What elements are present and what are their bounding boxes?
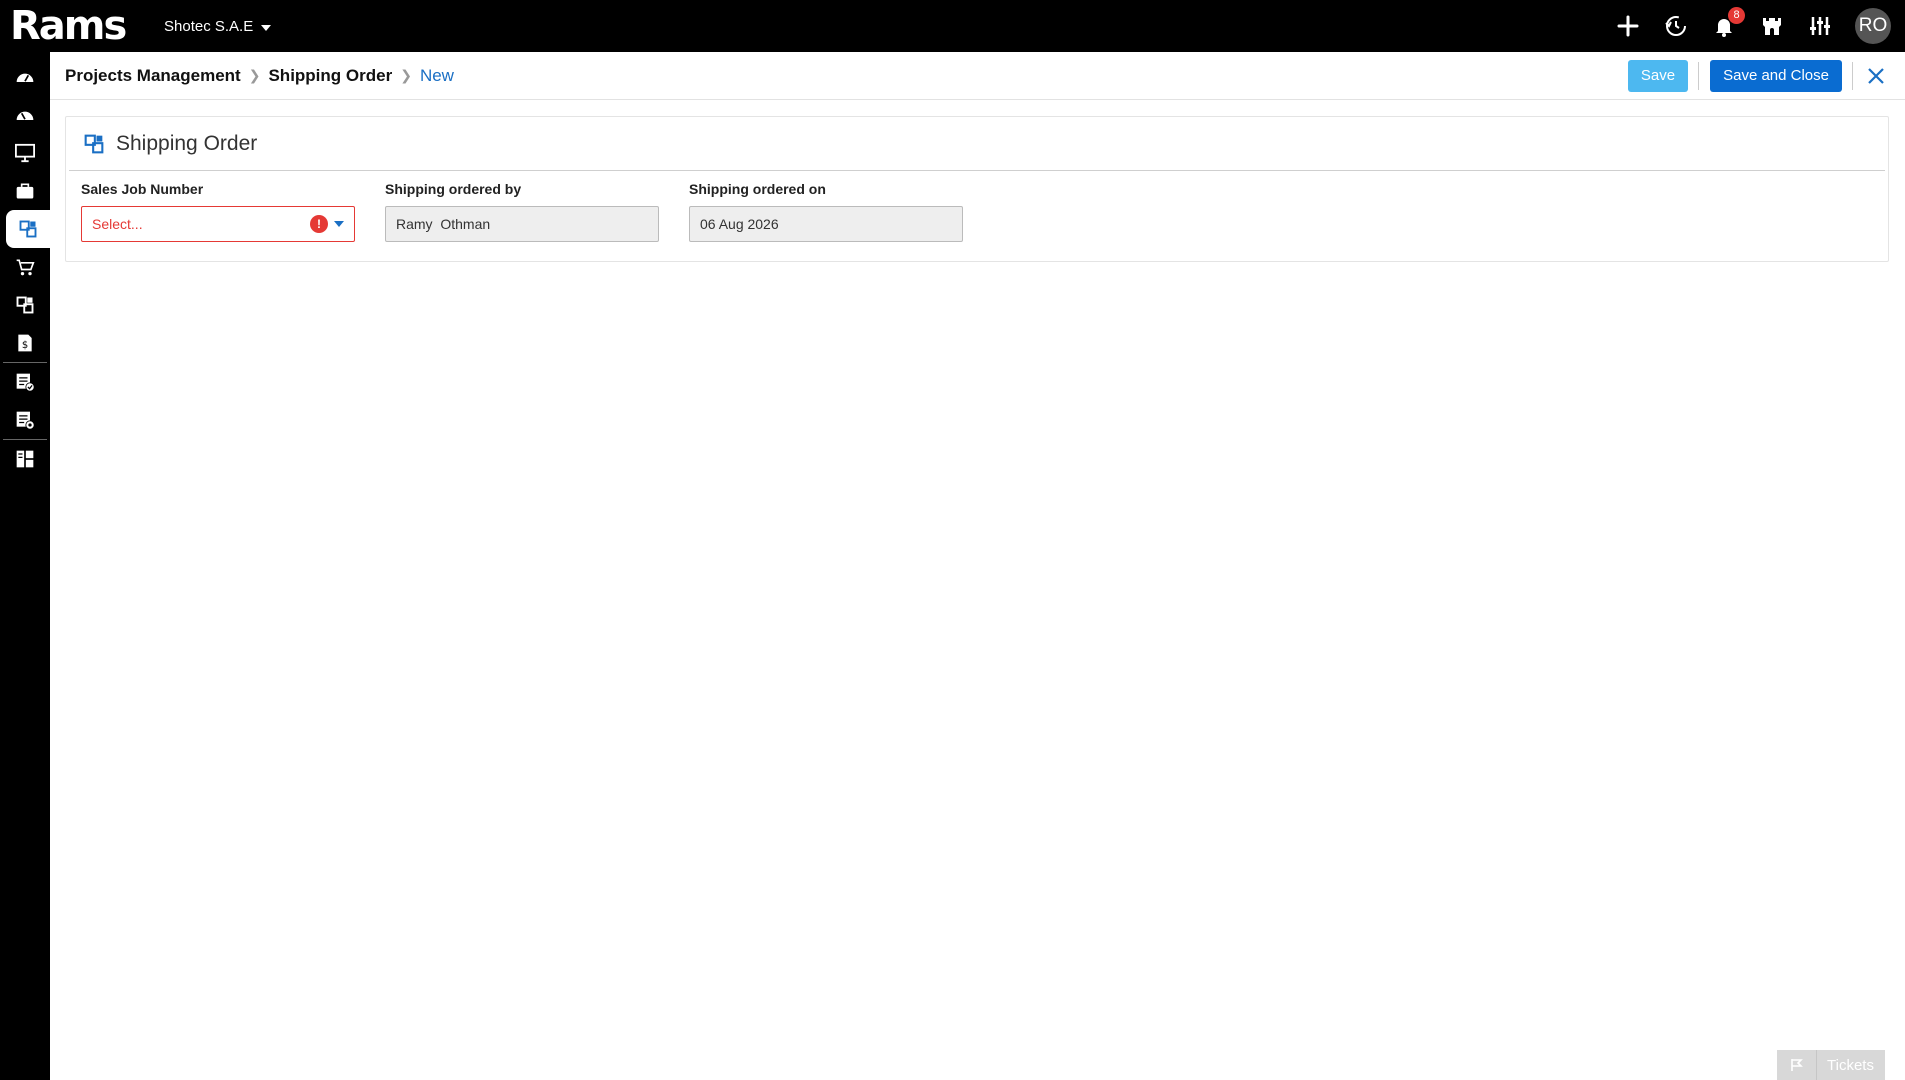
sidebar-item-cart[interactable] bbox=[0, 248, 50, 286]
shipping-ordered-by-label: Shipping ordered by bbox=[385, 181, 522, 197]
sidebar-item-report-settings[interactable] bbox=[0, 401, 50, 439]
shipping-ordered-on-label: Shipping ordered on bbox=[689, 181, 826, 197]
sidebar-item-dashboard-alt[interactable] bbox=[0, 96, 50, 134]
chevron-right-icon: ❯ bbox=[248, 67, 261, 83]
save-and-close-button[interactable]: Save and Close bbox=[1710, 59, 1842, 92]
header-actions: Save Save and Close bbox=[1627, 59, 1887, 92]
shipping-order-icon bbox=[84, 134, 104, 153]
plus-icon[interactable] bbox=[1615, 13, 1641, 39]
monitor-icon bbox=[15, 143, 35, 163]
chevron-down-icon[interactable] bbox=[334, 221, 344, 227]
field-sales-job-number: Sales Job Number Select... ! bbox=[81, 181, 355, 242]
tickets-label: Tickets bbox=[1827, 1056, 1874, 1074]
sales-job-number-placeholder: Select... bbox=[92, 216, 143, 232]
dashboard-alt-icon bbox=[16, 111, 34, 120]
bell-icon[interactable]: 8 bbox=[1711, 7, 1745, 39]
widgets-icon bbox=[16, 450, 34, 468]
shipping-ordered-on-value: 06 Aug 2026 bbox=[700, 216, 779, 232]
sidebar-item-checklist[interactable] bbox=[0, 363, 50, 401]
close-icon[interactable] bbox=[1865, 65, 1887, 87]
invoice-icon: $ bbox=[18, 334, 32, 352]
sidebar-item-shipping-order[interactable] bbox=[6, 210, 50, 248]
dashboard-icon bbox=[16, 73, 34, 82]
app-logo[interactable]: Rams bbox=[10, 0, 140, 52]
sales-job-number-select[interactable]: Select... ! bbox=[81, 206, 355, 242]
history-icon[interactable] bbox=[1663, 13, 1689, 39]
company-name: Shotec S.A.E bbox=[164, 17, 254, 35]
sliders-icon[interactable] bbox=[1807, 13, 1833, 39]
company-selector[interactable]: Shotec S.A.E bbox=[164, 17, 272, 35]
breadcrumb-projects-management[interactable]: Projects Management bbox=[65, 66, 241, 86]
breadcrumb-new: New bbox=[419, 65, 454, 85]
shipping-ordered-on-input: 06 Aug 2026 bbox=[689, 206, 963, 242]
checklist-icon bbox=[16, 373, 35, 392]
top-bar: Rams Shotec S.A.E 8 RO bbox=[0, 0, 1905, 52]
briefcase-icon bbox=[16, 183, 34, 199]
modules-icon bbox=[16, 296, 34, 314]
breadcrumb: Projects Management ❯ Shipping Order ❯ N… bbox=[65, 66, 454, 86]
page-header: Projects Management ❯ Shipping Order ❯ N… bbox=[50, 52, 1905, 100]
field-shipping-ordered-by: Shipping ordered by Ramy Othman bbox=[385, 181, 659, 242]
sidebar-item-invoice[interactable]: $ bbox=[0, 324, 50, 362]
shipping-order-card: Shipping Order Sales Job Number Select..… bbox=[65, 116, 1889, 262]
svg-text:$: $ bbox=[22, 340, 28, 351]
sidebar: $ bbox=[0, 52, 50, 1080]
sidebar-item-widgets[interactable] bbox=[0, 440, 50, 478]
sidebar-item-dashboard[interactable] bbox=[0, 58, 50, 96]
shipping-order-icon bbox=[19, 220, 37, 238]
shipping-ordered-by-value: Ramy Othman bbox=[396, 216, 491, 232]
form-fields: Sales Job Number Select... ! Shipping or… bbox=[66, 171, 1888, 252]
castle-icon[interactable] bbox=[1759, 13, 1785, 39]
cart-icon bbox=[16, 259, 35, 276]
card-title: Shipping Order bbox=[116, 131, 258, 155]
sidebar-item-modules[interactable] bbox=[0, 286, 50, 324]
button-divider bbox=[1852, 61, 1853, 90]
shipping-ordered-by-input: Ramy Othman bbox=[385, 206, 659, 242]
user-avatar[interactable]: RO bbox=[1855, 8, 1891, 44]
sidebar-item-monitor[interactable] bbox=[0, 134, 50, 172]
breadcrumb-shipping-order[interactable]: Shipping Order bbox=[268, 66, 392, 86]
tickets-button[interactable]: Tickets bbox=[1777, 1050, 1885, 1080]
flag-icon bbox=[1777, 1050, 1817, 1080]
button-divider bbox=[1698, 61, 1700, 90]
report-settings-icon bbox=[16, 411, 35, 430]
chevron-right-icon: ❯ bbox=[400, 67, 412, 83]
sidebar-item-briefcase[interactable] bbox=[0, 172, 50, 210]
field-shipping-ordered-on: Shipping ordered on 06 Aug 2026 bbox=[689, 181, 963, 242]
card-header: Shipping Order bbox=[69, 117, 1885, 171]
notification-count-badge: 8 bbox=[1728, 7, 1745, 24]
error-icon: ! bbox=[310, 215, 328, 233]
chevron-down-icon bbox=[261, 25, 272, 31]
sales-job-number-label: Sales Job Number bbox=[81, 181, 204, 197]
save-button[interactable]: Save bbox=[1627, 59, 1689, 92]
top-actions: 8 RO bbox=[1615, 7, 1891, 44]
